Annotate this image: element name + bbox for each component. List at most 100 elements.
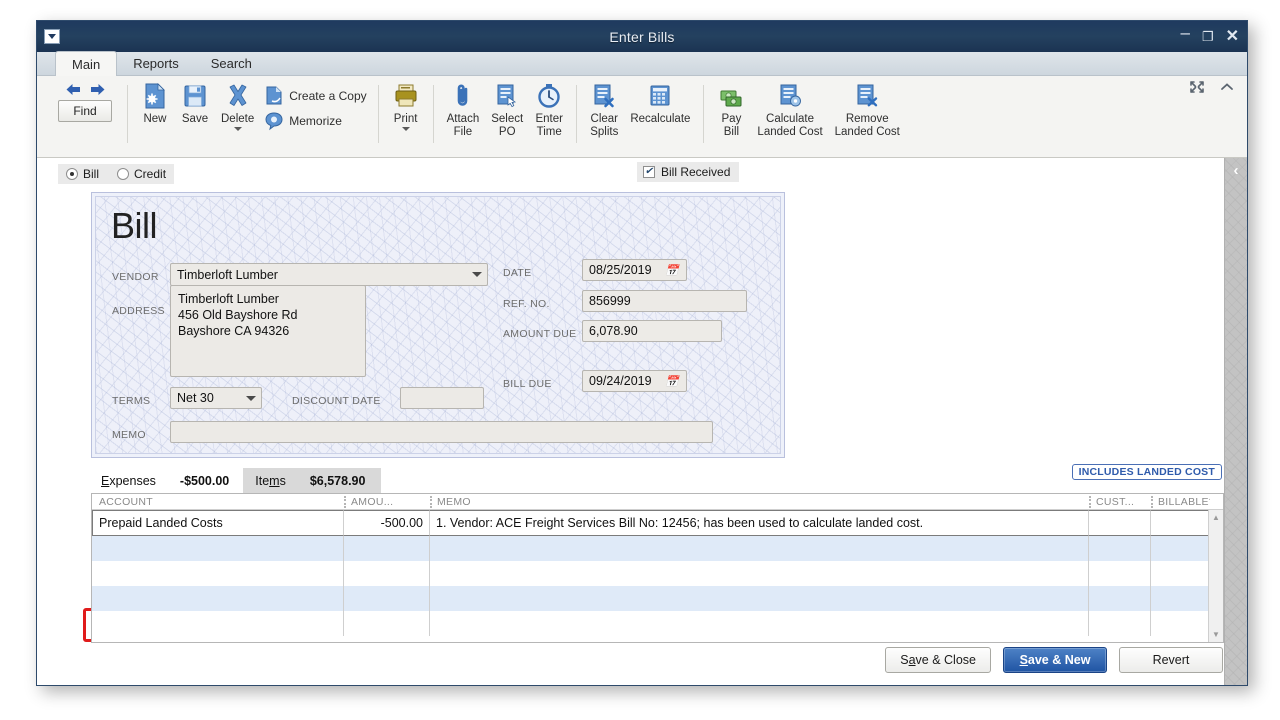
title-bar: Enter Bills – ❐ ✕ [37,21,1247,52]
cell-billable[interactable] [1151,510,1210,536]
arrow-right-icon[interactable] [89,82,106,97]
enter-time-button[interactable]: Enter Time [529,82,569,139]
expand-icon[interactable] [1189,80,1205,94]
memorize-button[interactable]: Memorize [264,110,366,131]
terms-input[interactable]: Net 30 [170,387,262,409]
terms-value: Net 30 [177,391,214,405]
table-row[interactable] [92,561,1223,586]
revert-button[interactable]: Revert [1119,647,1223,673]
grid-header-row: ACCOUNT AMOU... MEMO CUST... BILLABLE? [92,494,1223,510]
cell-account[interactable] [92,611,344,636]
grid-header-memo[interactable]: MEMO [430,494,1089,510]
cell-account[interactable] [92,536,344,561]
enter-bills-window: Enter Bills – ❐ ✕ Main Reports Search [36,20,1248,686]
tab-expenses[interactable]: EExpensesxpenses -$500.00 [91,468,243,493]
save-button[interactable]: Save [175,82,215,126]
radio-bill[interactable]: Bill [66,167,99,181]
tab-reports[interactable]: Reports [117,51,195,75]
cell-amount[interactable] [344,561,430,586]
cell-billable[interactable] [1151,611,1210,636]
clear-splits-button[interactable]: Clear Splits [584,82,624,139]
cell-memo[interactable] [430,536,1089,561]
save-and-new-button[interactable]: Save & New [1003,647,1107,673]
bill-credit-options: Bill Credit [58,164,174,184]
vendor-input[interactable]: Timberloft Lumber [170,263,488,286]
arrow-left-icon[interactable] [65,82,82,97]
save-and-close-button[interactable]: Save & Close [885,647,991,673]
cell-customer[interactable] [1089,536,1151,561]
table-row[interactable] [92,536,1223,561]
recalculate-label: Recalculate [630,113,690,126]
bill-received-checkbox[interactable]: ✔ Bill Received [637,162,739,182]
grid-header-customer[interactable]: CUST... [1089,494,1151,510]
cell-customer[interactable] [1089,586,1151,611]
chevron-down-icon[interactable] [246,396,256,401]
cell-billable[interactable] [1151,536,1210,561]
discount-date-label: DISCOUNT DATE [292,395,381,407]
chevron-up-icon[interactable] [1219,81,1235,93]
discount-date-input[interactable] [400,387,484,409]
calculate-landed-cost-icon [777,82,803,110]
cell-memo[interactable] [430,586,1089,611]
maximize-button[interactable]: ❐ [1202,30,1214,43]
cell-amount[interactable] [344,536,430,561]
grid-vertical-scrollbar[interactable]: ▲ ▼ [1208,510,1223,642]
tab-expenses-amount: -$500.00 [180,474,229,488]
triangle-up-icon[interactable]: ▲ [1209,510,1224,525]
cell-memo[interactable] [430,611,1089,636]
cell-account[interactable] [92,586,344,611]
delete-button[interactable]: Delete [215,82,260,131]
calendar-icon[interactable]: 📅 [665,264,679,277]
radio-dot-icon [117,168,129,180]
date-input[interactable]: 08/25/2019 📅 [582,259,687,281]
calendar-icon[interactable]: 📅 [665,375,679,388]
tab-search[interactable]: Search [195,51,268,75]
grid-header-billable[interactable]: BILLABLE? [1151,494,1210,510]
cell-customer[interactable] [1089,510,1151,536]
minimize-button[interactable]: – [1180,24,1189,41]
cell-account[interactable]: Prepaid Landed Costs [92,510,344,536]
cell-customer[interactable] [1089,611,1151,636]
cell-memo[interactable]: 1. Vendor: ACE Freight Services Bill No:… [430,510,1089,536]
chevron-down-icon[interactable] [402,127,410,131]
bill-due-input[interactable]: 09/24/2019 📅 [582,370,687,392]
cell-memo[interactable] [430,561,1089,586]
memo-input[interactable] [170,421,713,443]
grid-header-amount[interactable]: AMOU... [344,494,430,510]
calculate-landed-cost-button[interactable]: Calculate Landed Cost [751,82,828,139]
triangle-down-icon[interactable]: ▼ [1209,627,1224,642]
cell-amount[interactable] [344,611,430,636]
cell-account[interactable] [92,561,344,586]
find-button[interactable]: Find [58,100,112,122]
close-button[interactable]: ✕ [1226,29,1239,45]
cell-billable[interactable] [1151,586,1210,611]
table-row[interactable] [92,586,1223,611]
attach-file-button[interactable]: Attach File [441,82,486,139]
address-input[interactable]: Timberloft Lumber 456 Old Bayshore Rd Ba… [170,285,366,377]
table-row[interactable]: Prepaid Landed Costs -500.00 1. Vendor: … [92,510,1223,536]
chevron-left-icon[interactable]: ‹ [1225,162,1247,179]
cell-amount[interactable]: -500.00 [344,510,430,536]
chevron-down-icon[interactable] [234,127,242,131]
remove-landed-cost-button[interactable]: Remove Landed Cost [829,82,906,139]
radio-credit[interactable]: Credit [117,167,166,181]
tab-items[interactable]: Items $6,578.90 [243,468,381,493]
amount-due-label: AMOUNT DUE [503,328,576,340]
grid-header-account[interactable]: ACCOUNT [92,494,344,510]
cell-amount[interactable] [344,586,430,611]
print-button[interactable]: Print [386,82,426,131]
pay-bill-button[interactable]: Pay Bill [711,82,751,139]
select-po-button[interactable]: Select PO [485,82,529,139]
chevron-down-icon[interactable] [472,272,482,277]
recalculate-button[interactable]: Recalculate [624,82,696,126]
ref-no-input[interactable]: 856999 [582,290,747,312]
collapse-rail[interactable]: ‹ [1224,158,1247,685]
pay-bill-label: Pay Bill [722,113,742,139]
cell-customer[interactable] [1089,561,1151,586]
tab-main[interactable]: Main [55,51,117,76]
table-row[interactable] [92,611,1223,636]
amount-due-input[interactable]: 6,078.90 [582,320,722,342]
new-button[interactable]: New [135,82,175,126]
cell-billable[interactable] [1151,561,1210,586]
create-a-copy-button[interactable]: Create a Copy [264,85,366,106]
